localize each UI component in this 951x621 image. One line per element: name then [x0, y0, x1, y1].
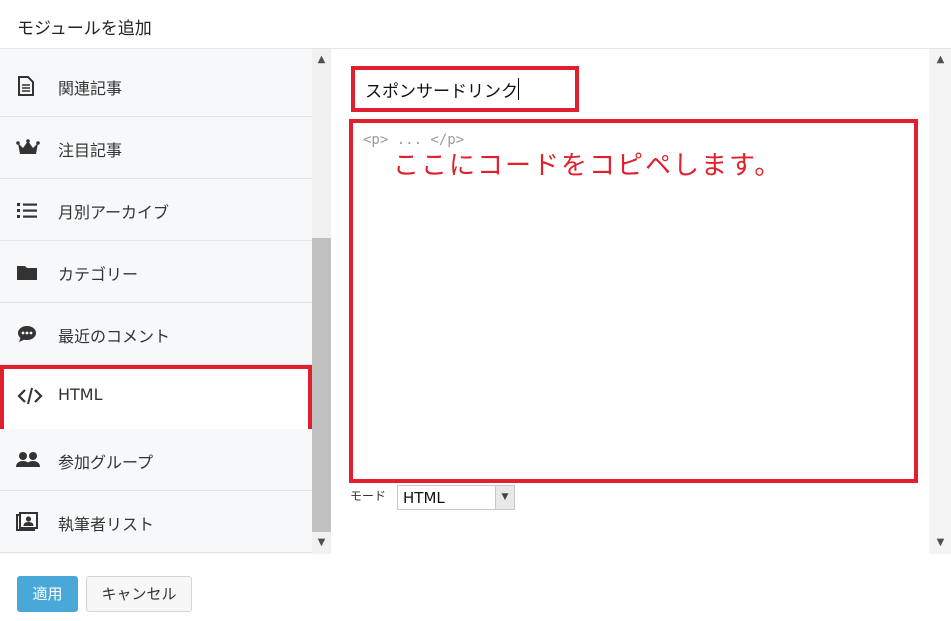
sidebar-item-label: カテゴリー: [58, 265, 139, 284]
module-editor: <p> ... </p> ここにコードをコピペします。 モード HTML ▼: [331, 49, 929, 554]
code-icon: [17, 386, 43, 406]
author-list-icon: [16, 512, 40, 532]
sidebar-scroll-thumb[interactable]: [312, 238, 331, 532]
html-code-textarea[interactable]: <p> ... </p> ここにコードをコピペします。: [349, 119, 918, 483]
sidebar-item-label: 月別アーカイブ: [58, 203, 170, 222]
sidebar-item-html[interactable]: HTML: [0, 365, 312, 433]
text-caret: [518, 78, 519, 100]
code-annotation: ここにコードをコピペします。: [393, 151, 783, 181]
dialog-title: モジュールを追加: [17, 19, 152, 39]
chevron-down-icon[interactable]: ▼: [495, 486, 514, 509]
sidebar-item-featured-articles[interactable]: 注目記事: [0, 117, 312, 179]
sidebar-scrollbar[interactable]: ▲ ▼: [312, 49, 331, 554]
editor-scrollbar[interactable]: ▲ ▼: [929, 49, 951, 554]
module-title-input[interactable]: [351, 66, 579, 112]
sidebar-item-label: HTML: [58, 385, 103, 404]
sidebar-item-monthly-archive[interactable]: 月別アーカイブ: [0, 179, 312, 241]
sidebar-item-label: 執筆者リスト: [58, 515, 155, 534]
sidebar-item-groups[interactable]: 参加グループ: [0, 429, 312, 491]
comment-icon: [16, 324, 40, 344]
module-sidebar: 関連記事 注目記事 月別アーカイブ カテゴリー 最近のコメント HTML 参加グ…: [0, 49, 312, 554]
document-icon: [16, 76, 40, 96]
list-icon: [16, 200, 40, 220]
cancel-button[interactable]: キャンセル: [86, 576, 192, 612]
sidebar-item-label: 最近のコメント: [58, 327, 171, 346]
group-icon: [16, 450, 40, 470]
sidebar-item-recent-comments[interactable]: 最近のコメント: [0, 303, 312, 365]
sidebar-item-author-list[interactable]: 執筆者リスト: [0, 491, 312, 553]
apply-button[interactable]: 適用: [17, 576, 78, 612]
crown-icon: [16, 138, 40, 158]
mode-select-value: HTML: [403, 489, 445, 507]
dialog-header: モジュールを追加: [0, 0, 951, 49]
folder-icon: [16, 262, 40, 282]
scroll-down-icon[interactable]: ▼: [312, 534, 331, 551]
scroll-up-icon[interactable]: ▲: [312, 51, 331, 68]
scroll-down-icon[interactable]: ▼: [931, 534, 950, 551]
scroll-up-icon[interactable]: ▲: [931, 51, 950, 68]
mode-label: モード: [350, 489, 387, 503]
sidebar-item-label: 注目記事: [58, 141, 123, 160]
sidebar-item-label: 関連記事: [58, 79, 123, 98]
mode-select[interactable]: HTML ▼: [397, 485, 515, 510]
sidebar-item-related-articles[interactable]: 関連記事: [0, 55, 312, 117]
sidebar-item-label: 参加グループ: [58, 453, 154, 472]
sidebar-item-category[interactable]: カテゴリー: [0, 241, 312, 303]
dialog-body: 関連記事 注目記事 月別アーカイブ カテゴリー 最近のコメント HTML 参加グ…: [0, 49, 951, 554]
